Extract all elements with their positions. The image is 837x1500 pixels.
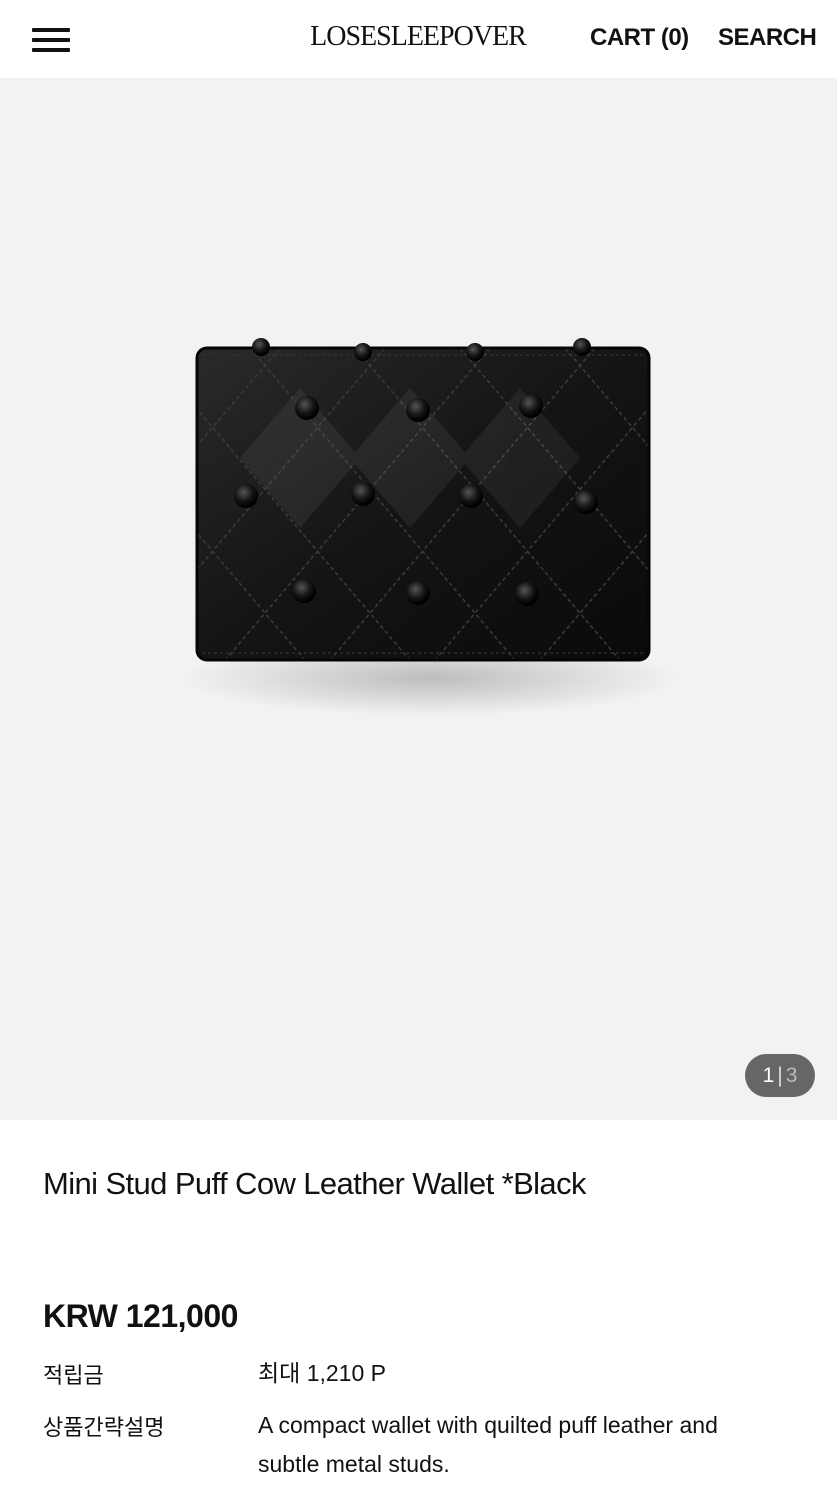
cart-link[interactable]: CART (0) <box>590 24 689 52</box>
product-image <box>180 338 680 716</box>
search-link[interactable]: SEARCH <box>718 24 817 52</box>
brand-logo-text: LOSESLEEPOVER <box>310 21 527 52</box>
pager-current: 1 <box>762 1063 775 1087</box>
pager-total: 3 <box>785 1063 798 1087</box>
site-header: LOSESLEEPOVER CART (0) SEARCH <box>0 0 837 78</box>
hamburger-menu-icon[interactable] <box>30 26 72 54</box>
brand-logo[interactable]: LOSESLEEPOVER <box>300 14 536 60</box>
points-value: 최대 1,210 P <box>258 1360 386 1386</box>
product-title: Mini Stud Puff Cow Leather Wallet *Black <box>43 1166 586 1201</box>
product-price: KRW 121,000 <box>43 1298 238 1334</box>
points-label: 적립금 <box>43 1364 104 1389</box>
summary-value: A compact wallet with quilted puff leath… <box>258 1412 718 1477</box>
product-image-gallery[interactable] <box>0 78 837 1120</box>
image-pager-indicator: 1 | 3 <box>745 1054 815 1097</box>
summary-label: 상품간략설명 <box>43 1416 165 1441</box>
pager-separator: | <box>777 1063 783 1087</box>
